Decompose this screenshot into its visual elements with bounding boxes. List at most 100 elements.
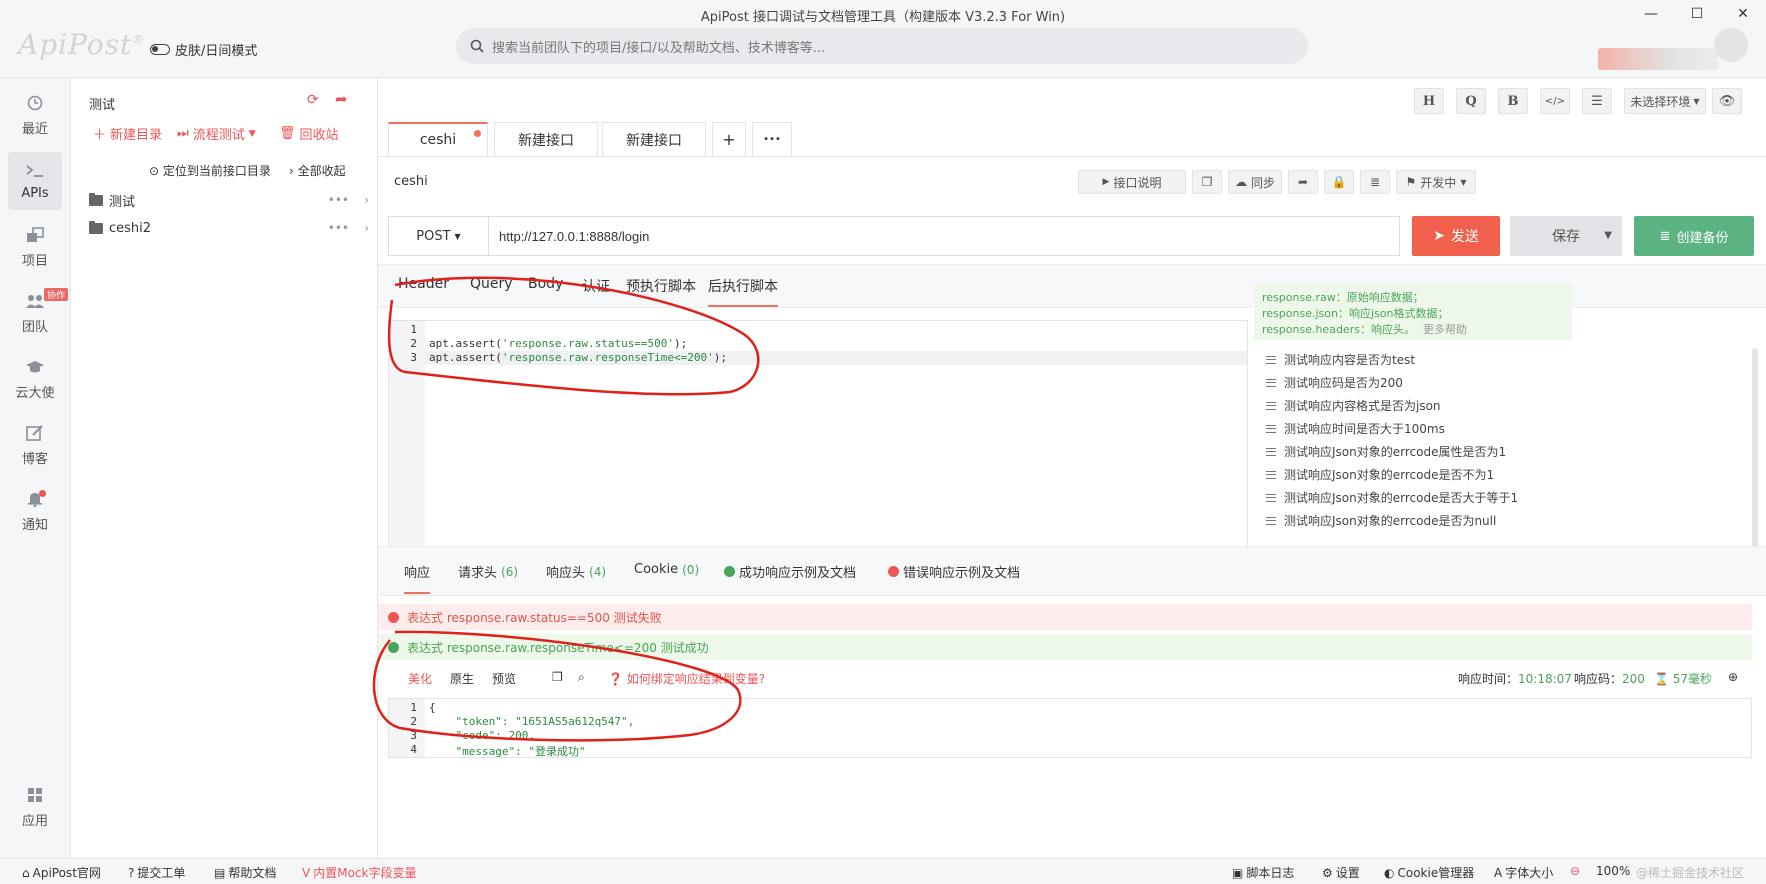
tab-response[interactable]: 响应 bbox=[404, 562, 431, 594]
save-button[interactable]: 保存 ▼ bbox=[1510, 216, 1622, 256]
maximize-button[interactable]: ☐ bbox=[1674, 0, 1720, 28]
nav-apps[interactable]: 应用 bbox=[8, 778, 62, 836]
snippet-item[interactable]: 测试响应Json对象的errcode是否为null bbox=[1254, 509, 1566, 532]
response-body[interactable]: 1 2 3 4 { "token": "1651AS5a612q547", "c… bbox=[388, 698, 1752, 758]
script-editor[interactable]: 1 2 3 apt.assert('response.raw.status==5… bbox=[388, 320, 1248, 570]
tab-new-api[interactable]: 新建接口 bbox=[602, 122, 706, 156]
tab-header[interactable]: Header bbox=[398, 276, 449, 292]
tab-ceshi[interactable]: ceshi bbox=[388, 122, 488, 156]
copy-icon[interactable]: ❐ bbox=[1192, 170, 1222, 194]
status-select[interactable]: ⚑ 开发中 ▼ bbox=[1396, 170, 1476, 194]
nav-project[interactable]: 项目 bbox=[8, 218, 62, 276]
error-circle-icon bbox=[388, 611, 399, 623]
assert-pass-row: 表达式 response.raw.responseTime<=200 测试成功 bbox=[378, 634, 1752, 660]
mock-link[interactable]: V 内置Mock字段变量 bbox=[302, 864, 416, 881]
snippet-item[interactable]: 测试响应内容是否为test bbox=[1254, 348, 1566, 371]
nav-recent[interactable]: 最近 bbox=[8, 86, 62, 144]
cookie-manager-button[interactable]: ◐ Cookie管理器 bbox=[1384, 864, 1474, 881]
lock-icon[interactable]: 🔒 bbox=[1324, 170, 1354, 194]
url-input[interactable] bbox=[489, 217, 1399, 255]
line-number: 4 bbox=[410, 743, 417, 756]
recycle-button[interactable]: 🗑 回收站 bbox=[279, 124, 339, 143]
env-select[interactable]: 未选择环境 ▼ bbox=[1624, 88, 1706, 114]
copy-icon[interactable]: ❐ bbox=[552, 670, 563, 684]
ticket-label: 提交工单 bbox=[137, 866, 186, 880]
more-icon[interactable]: ••• bbox=[328, 193, 349, 207]
share-icon[interactable]: ➦ bbox=[1288, 170, 1318, 194]
snippet-item[interactable]: 测试响应码是否为200 bbox=[1254, 371, 1566, 394]
api-desc-button[interactable]: ▶ 接口说明 bbox=[1078, 170, 1186, 194]
user-name-blurred[interactable] bbox=[1598, 48, 1718, 70]
view-pretty[interactable]: 美化 bbox=[408, 670, 432, 687]
send-button[interactable]: ➤ 发送 bbox=[1412, 216, 1500, 256]
view-raw[interactable]: 原生 bbox=[450, 670, 474, 687]
search-icon[interactable]: ⌕ bbox=[578, 670, 585, 685]
main-panel: H Q B </> ☰ 未选择环境 ▼ 👁 ceshi 新建接口 新建接口 + •… bbox=[378, 78, 1766, 858]
tab-auth[interactable]: 认证 bbox=[582, 276, 610, 296]
settings-sliders-button[interactable]: ☰ bbox=[1582, 88, 1612, 114]
tab-response-headers[interactable]: 响应头 (4) bbox=[546, 562, 606, 582]
tab-success-doc[interactable]: 成功响应示例及文档 bbox=[724, 562, 856, 581]
method-select[interactable]: POST ▼ bbox=[389, 217, 489, 255]
snippet-item[interactable]: 测试响应Json对象的errcode是否大于等于1 bbox=[1254, 486, 1566, 509]
chevron-right-icon[interactable]: › bbox=[364, 193, 369, 207]
query-button[interactable]: Q bbox=[1456, 88, 1486, 114]
download-icon[interactable]: ⊕ bbox=[1728, 670, 1738, 684]
new-dir-button[interactable]: ＋新建目录 bbox=[93, 124, 162, 143]
refresh-icon[interactable]: ⟳ bbox=[307, 92, 319, 108]
help-link[interactable]: ▤ 帮助文档 bbox=[214, 864, 276, 881]
settings-button[interactable]: ⚙ 设置 bbox=[1322, 864, 1360, 881]
tab-body[interactable]: Body bbox=[528, 276, 563, 292]
collapse-all-button[interactable]: › 全部收起 bbox=[289, 162, 346, 179]
code-button[interactable]: </> bbox=[1540, 88, 1570, 114]
snippet-item[interactable]: 测试响应内容格式是否为json bbox=[1254, 394, 1566, 417]
more-icon[interactable]: ••• bbox=[328, 221, 349, 235]
snippet-item[interactable]: 测试响应Json对象的errcode是否不为1 bbox=[1254, 463, 1566, 486]
locate-button[interactable]: ⊙ 定位到当前接口目录 bbox=[149, 162, 271, 179]
tree-folder[interactable]: ceshi2 ••• › bbox=[89, 216, 371, 240]
minimize-button[interactable]: — bbox=[1628, 0, 1674, 28]
close-button[interactable]: ✕ bbox=[1720, 0, 1766, 28]
flag-icon: ⚑ bbox=[1405, 175, 1417, 189]
eye-icon[interactable]: 👁 bbox=[1712, 88, 1742, 114]
share-icon[interactable]: ➦ bbox=[335, 90, 348, 108]
avatar[interactable] bbox=[1714, 28, 1748, 62]
bind-help-link[interactable]: ❓ 如何绑定响应结果到变量? bbox=[608, 670, 765, 687]
snippet-scrollbar[interactable] bbox=[1752, 348, 1758, 562]
snippet-item[interactable]: 测试响应Json对象的errcode属性是否为1 bbox=[1254, 440, 1566, 463]
tab-more-button[interactable]: ••• bbox=[752, 122, 792, 156]
skin-mode-toggle[interactable]: 皮肤/日间模式 bbox=[150, 40, 257, 59]
view-preview[interactable]: 预览 bbox=[492, 670, 516, 687]
script-log-button[interactable]: ▣ 脚本日志 bbox=[1232, 864, 1294, 881]
tab-cookie[interactable]: Cookie (0) bbox=[634, 562, 699, 577]
flow-test-button[interactable]: ⏭ 流程测试 ▼ bbox=[177, 124, 256, 143]
global-search-input[interactable]: 搜索当前团队下的项目/接口/以及帮助文档、技术博客等... bbox=[456, 28, 1308, 64]
tab-post-script[interactable]: 后执行脚本 bbox=[708, 276, 778, 307]
site-link[interactable]: ⌂ ApiPost官网 bbox=[22, 864, 101, 881]
heading-button[interactable]: H bbox=[1414, 88, 1444, 114]
tab-error-doc[interactable]: 错误响应示例及文档 bbox=[888, 562, 1020, 581]
caret-down-icon[interactable]: ▼ bbox=[1604, 230, 1612, 241]
tab-query[interactable]: Query bbox=[470, 276, 513, 292]
chevron-right-icon[interactable]: › bbox=[364, 221, 369, 235]
nav-notify[interactable]: 通知 bbox=[8, 482, 62, 540]
help-line: response.json：响应json格式数据； bbox=[1262, 306, 1564, 322]
nav-team[interactable]: 团队 协作 bbox=[8, 284, 68, 342]
create-backup-button[interactable]: ≣ 创建备份 bbox=[1634, 216, 1754, 256]
body-button[interactable]: B bbox=[1498, 88, 1528, 114]
more-help-link[interactable]: 更多帮助 bbox=[1423, 323, 1467, 336]
tab-pre-script[interactable]: 预执行脚本 bbox=[626, 276, 696, 296]
zoom-out-icon[interactable]: ⊖ bbox=[1570, 864, 1580, 878]
ticket-link[interactable]: ? 提交工单 bbox=[128, 864, 185, 881]
nav-blog[interactable]: 博客 bbox=[8, 416, 62, 474]
add-tab-button[interactable]: + bbox=[712, 122, 746, 156]
nav-ambassador[interactable]: 云大使 bbox=[8, 350, 62, 408]
sync-button[interactable]: ☁ 同步 bbox=[1228, 170, 1282, 194]
tab-new-api[interactable]: 新建接口 bbox=[494, 122, 598, 156]
nav-apis[interactable]: APIs bbox=[8, 152, 62, 210]
database-icon[interactable]: ≣ bbox=[1360, 170, 1390, 194]
tree-folder[interactable]: 测试 ••• › bbox=[89, 188, 371, 212]
snippet-item[interactable]: 测试响应时间是否大于100ms bbox=[1254, 417, 1566, 440]
tab-request-headers[interactable]: 请求头 (6) bbox=[458, 562, 518, 582]
font-size-button[interactable]: A 字体大小 bbox=[1494, 864, 1553, 881]
